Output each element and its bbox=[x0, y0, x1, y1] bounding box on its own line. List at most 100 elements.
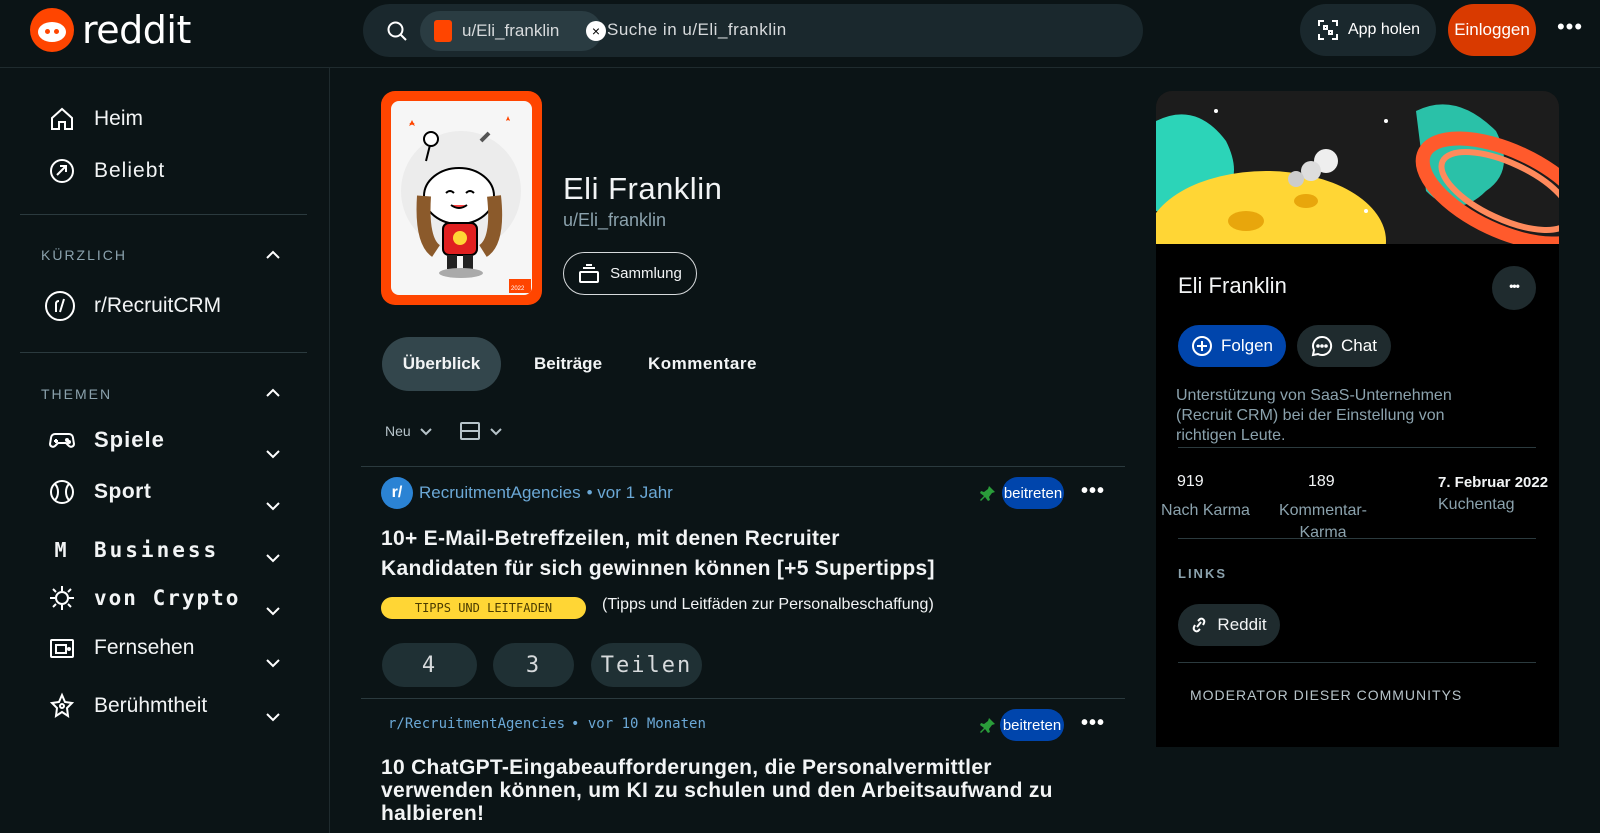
profile-handle: u/Eli_franklin bbox=[563, 210, 667, 230]
search-bar[interactable]: u/Eli_franklin × Suche in u/Eli_franklin bbox=[363, 4, 1143, 57]
gamepad-icon bbox=[48, 433, 76, 448]
follow-button[interactable]: Folgen bbox=[1178, 325, 1286, 367]
post-title-line: Kandidaten für sich gewinnen können [+5 … bbox=[381, 557, 935, 580]
sidebar-item-home[interactable]: Heim bbox=[48, 105, 143, 133]
sort-dropdown[interactable]: Neu bbox=[385, 423, 433, 439]
vote-button[interactable]: 4 bbox=[382, 643, 477, 687]
collection-icon bbox=[579, 263, 600, 283]
chevron-down-icon[interactable] bbox=[264, 497, 282, 515]
profile-banner bbox=[1156, 91, 1559, 244]
collection-button[interactable]: Sammlung bbox=[563, 252, 697, 295]
moderator-section-title: MODERATOR DIESER COMMUNITYS bbox=[1190, 687, 1463, 703]
pin-icon bbox=[980, 486, 995, 501]
search-input[interactable]: Suche in u/Eli_franklin bbox=[607, 20, 787, 40]
topic-label: Business bbox=[94, 538, 220, 562]
join-button[interactable]: beitreten bbox=[1002, 477, 1064, 509]
feed-divider bbox=[361, 466, 1125, 467]
chevron-up-icon[interactable] bbox=[264, 384, 282, 402]
post-subreddit[interactable]: RecruitmentAgencies bbox=[419, 483, 581, 503]
sidebar-topic-fernsehen[interactable]: Fernsehen bbox=[48, 634, 194, 662]
links-title: LINKS bbox=[1178, 566, 1227, 581]
post-options-icon[interactable]: ••• bbox=[1081, 480, 1105, 503]
feed-divider bbox=[361, 698, 1125, 699]
subreddit-avatar-icon[interactable]: r/ bbox=[381, 477, 413, 509]
sidebar-topic-sport[interactable]: Sport bbox=[48, 478, 151, 506]
sort-label: Neu bbox=[385, 423, 411, 439]
login-button[interactable]: Einloggen bbox=[1448, 4, 1536, 56]
tab-overview[interactable]: Überblick bbox=[382, 337, 501, 391]
flair-description: (Tipps und Leitfäden zur Personalbeschaf… bbox=[602, 596, 934, 613]
chat-bubble-icon bbox=[1311, 335, 1333, 357]
comment-karma-label-line: Kommentar- bbox=[1278, 502, 1368, 519]
plus-circle-icon bbox=[1192, 336, 1212, 356]
bio-line: richtigen Leute. bbox=[1176, 427, 1286, 444]
profile-info-card: Eli Franklin ••• Folgen Chat Unterstützu… bbox=[1156, 91, 1559, 747]
sidebar-item-recruitcrm[interactable]: r/RecruitCRM bbox=[44, 290, 221, 322]
chevron-down-icon bbox=[419, 428, 432, 436]
profile-bio: Unterstützung von SaaS-Unternehmen (Recr… bbox=[1176, 386, 1516, 446]
star-icon bbox=[49, 692, 75, 719]
post-title-line: 10 ChatGPT-Eingabeaufforderungen, die Pe… bbox=[381, 756, 992, 779]
search-scope-chip[interactable]: u/Eli_franklin × bbox=[420, 11, 606, 51]
tab-posts[interactable]: Beiträge bbox=[534, 337, 602, 391]
sidebar-topic-beruehmtheit[interactable]: Berühmtheit bbox=[48, 692, 207, 720]
recent-item-label: r/RecruitCRM bbox=[94, 294, 222, 317]
sidebar-topic-spiele[interactable]: Spiele bbox=[48, 426, 165, 454]
comment-karma-label-line: Karma bbox=[1299, 524, 1347, 541]
reddit-logo[interactable]: reddit bbox=[30, 8, 191, 52]
sidebar-topic-business[interactable]: M Business bbox=[48, 536, 219, 564]
chevron-up-icon[interactable] bbox=[264, 246, 282, 264]
sidebar-topic-crypto[interactable]: von Crypto bbox=[48, 584, 240, 612]
sidebar-popular-label: Beliebt bbox=[94, 159, 166, 182]
post-title-line: halbieren! bbox=[381, 802, 485, 825]
card-profile-name: Eli Franklin bbox=[1178, 273, 1287, 298]
post-title[interactable]: 10 ChatGPT-Eingabeaufforderungen, die Pe… bbox=[381, 756, 1053, 825]
chat-label: Chat bbox=[1341, 336, 1377, 355]
card-divider bbox=[1178, 538, 1536, 539]
profile-avatar-card[interactable]: 2022 bbox=[381, 91, 542, 305]
subreddit-icon bbox=[45, 291, 75, 321]
chat-button[interactable]: Chat bbox=[1297, 325, 1391, 367]
topics-section-title: THEMEN bbox=[41, 386, 113, 402]
clear-scope-icon[interactable]: × bbox=[586, 21, 606, 41]
chevron-down-icon[interactable] bbox=[264, 654, 282, 672]
profile-avatar-image: 2022 bbox=[391, 101, 532, 295]
sidebar-divider bbox=[20, 214, 307, 215]
post-flair[interactable]: TIPPS UND LEITFADEN bbox=[381, 597, 586, 619]
profile-name: Eli Franklin bbox=[563, 171, 723, 206]
sidebar-item-popular[interactable]: Beliebt bbox=[48, 157, 165, 185]
logo-text: reddit bbox=[82, 8, 191, 52]
get-app-button[interactable]: App holen bbox=[1300, 4, 1436, 56]
link-icon bbox=[1193, 617, 1206, 633]
tab-comments[interactable]: Kommentare bbox=[648, 337, 757, 391]
left-sidebar: Heim Beliebt KÜRZLICH r/RecruitCRM THEME… bbox=[0, 68, 330, 833]
top-bar: reddit u/Eli_franklin × Suche in u/Eli_f… bbox=[0, 0, 1600, 68]
post-title-line: verwenden können, um KI zu schulen und d… bbox=[381, 779, 1053, 802]
sidebar-divider bbox=[20, 352, 307, 353]
post-title[interactable]: 10+ E-Mail-Betreffzeilen, mit denen Recr… bbox=[381, 524, 935, 584]
reddit-link-button[interactable]: Reddit bbox=[1178, 604, 1280, 646]
topic-label: Spiele bbox=[94, 427, 165, 452]
more-options-icon[interactable]: ••• bbox=[1552, 14, 1588, 44]
share-button[interactable]: Teilen bbox=[591, 643, 702, 687]
avatar-year: 2022 bbox=[511, 286, 525, 292]
topic-label: Berühmtheit bbox=[94, 694, 208, 717]
search-icon bbox=[387, 21, 407, 41]
card-more-icon[interactable]: ••• bbox=[1492, 266, 1536, 310]
chevron-down-icon[interactable] bbox=[264, 549, 282, 567]
join-button[interactable]: beitreten bbox=[1000, 709, 1064, 741]
tv-icon bbox=[50, 639, 74, 658]
post-options-icon[interactable]: ••• bbox=[1081, 712, 1105, 735]
post-meta: r/ RecruitmentAgencies • vor 1 Jahr bbox=[381, 477, 673, 509]
view-dropdown[interactable] bbox=[459, 420, 503, 442]
comments-button[interactable]: 3 bbox=[493, 643, 574, 687]
post-title-line: 10+ E-Mail-Betreffzeilen, mit denen Recr… bbox=[381, 527, 840, 550]
post-subreddit[interactable]: r/RecruitmentAgencies bbox=[388, 716, 565, 732]
chevron-down-icon[interactable] bbox=[264, 708, 282, 726]
space-banner-illustration bbox=[1156, 91, 1559, 244]
chevron-down-icon[interactable] bbox=[264, 602, 282, 620]
chevron-down-icon[interactable] bbox=[264, 445, 282, 463]
layout-view-icon bbox=[459, 422, 480, 440]
user-avatar-icon bbox=[434, 20, 452, 42]
comment-karma-value: 189 bbox=[1308, 473, 1335, 490]
